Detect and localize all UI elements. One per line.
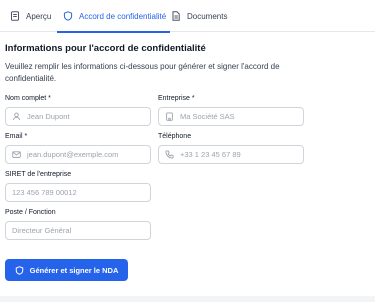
position-input[interactable]: Directeur Général: [5, 221, 151, 240]
nda-form-panel: Informations pour l'accord de confidenti…: [0, 33, 375, 296]
form-description: Veuillez remplir les informations ci-des…: [5, 62, 280, 83]
phone-label: Téléphone: [158, 133, 192, 140]
tab-bar: Aperçu Accord de confidentialité Documen…: [0, 0, 375, 33]
tab-nda[interactable]: Accord de confidentialité: [56, 0, 171, 33]
email-input[interactable]: jean.dupont@exemple.com: [5, 145, 151, 164]
tab-documents-label: Documents: [187, 11, 228, 21]
shield-icon: [63, 11, 73, 21]
file-icon: [171, 11, 181, 21]
user-icon: [12, 112, 21, 121]
tab-apercu[interactable]: Aperçu: [10, 0, 51, 32]
tab-apercu-label: Aperçu: [26, 11, 52, 21]
full-name-input[interactable]: Jean Dupont: [5, 107, 151, 126]
generate-sign-nda-label: Générer et signer le NDA: [29, 265, 119, 275]
position-label: Poste / Fonction: [5, 209, 56, 216]
tab-nda-label: Accord de confidentialité: [79, 11, 167, 21]
phone-input[interactable]: +33 1 23 45 67 89: [158, 145, 304, 164]
document-icon: [10, 11, 20, 21]
form-title: Informations pour l'accord de confidenti…: [5, 43, 206, 54]
company-label: Entreprise *: [158, 95, 195, 102]
building-icon: [165, 112, 174, 121]
tab-documents[interactable]: Documents: [171, 0, 227, 32]
siret-label: SIRET de l'entreprise: [5, 171, 72, 178]
full-name-label: Nom complet *: [5, 95, 51, 102]
siret-input[interactable]: 123 456 789 00012: [5, 183, 151, 202]
email-label: Email *: [5, 133, 28, 140]
generate-sign-nda-button[interactable]: Générer et signer le NDA: [5, 259, 128, 281]
page-footer-strip: [0, 296, 375, 302]
phone-icon: [165, 150, 174, 159]
mail-icon: [12, 150, 21, 159]
shield-icon: [15, 265, 24, 275]
company-input[interactable]: Ma Société SAS: [158, 107, 304, 126]
